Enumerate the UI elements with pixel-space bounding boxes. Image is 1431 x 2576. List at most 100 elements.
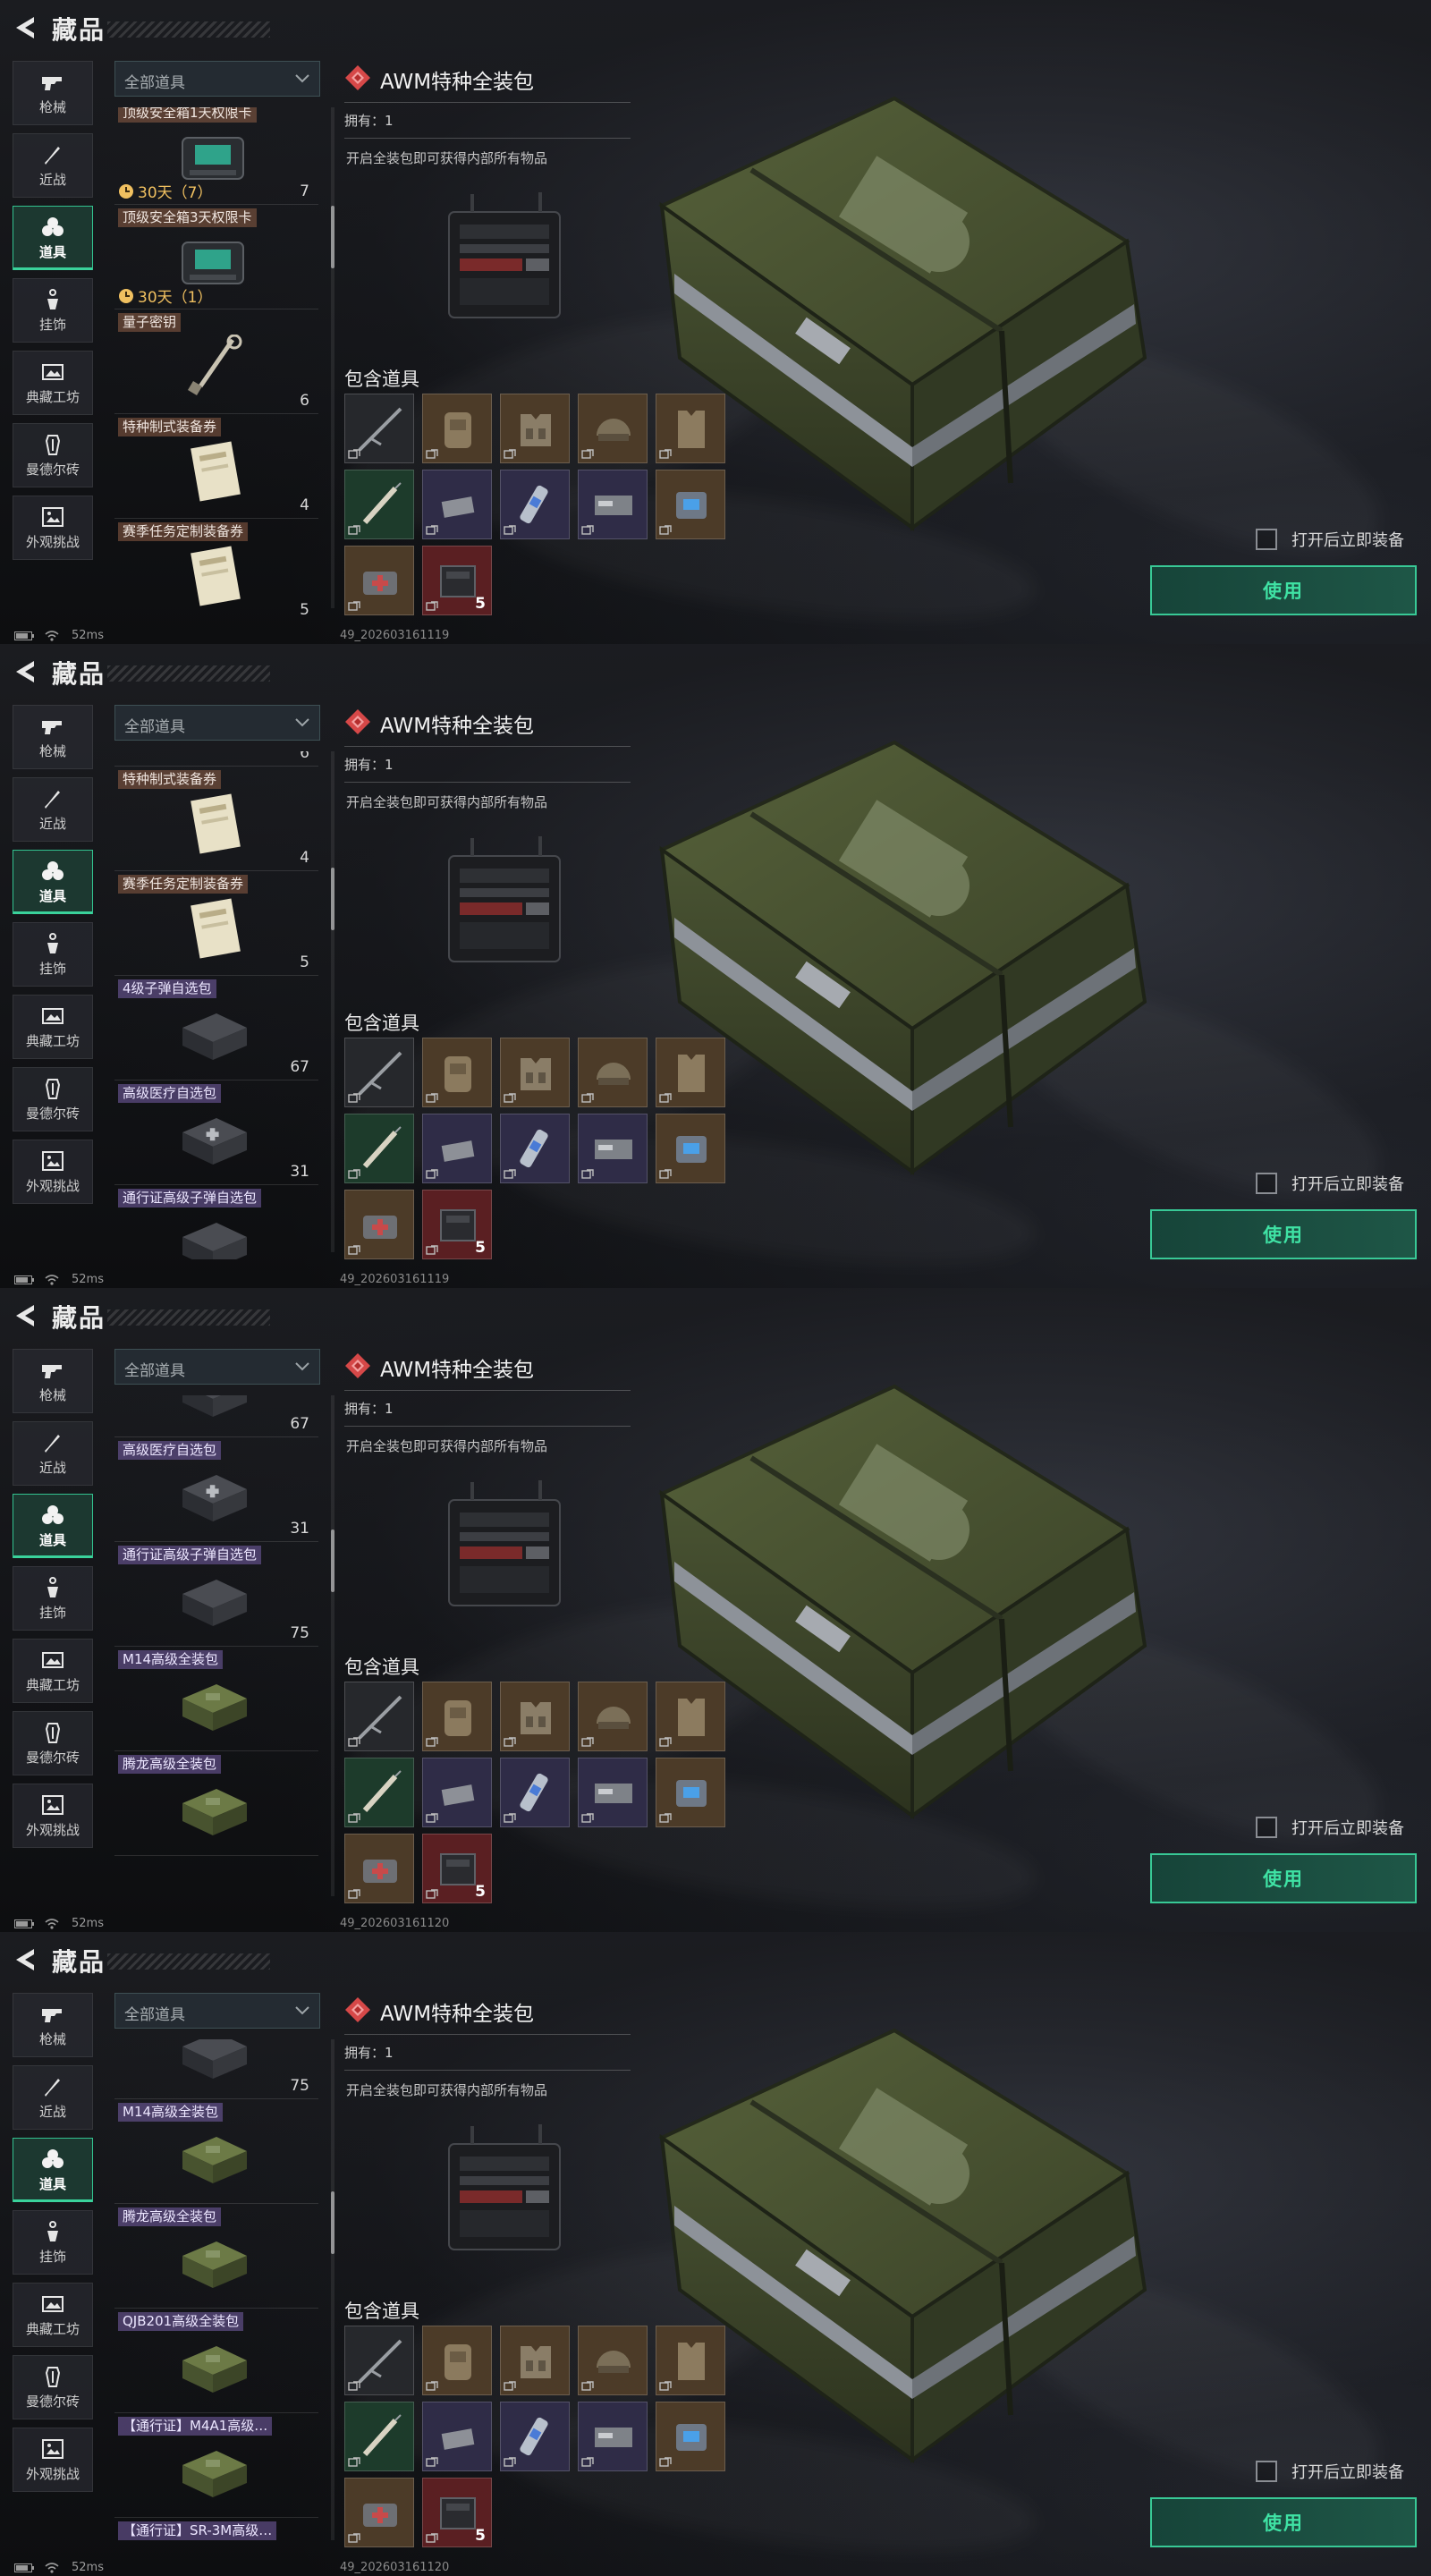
list-item[interactable]: 特种制式装备券 4 xyxy=(114,414,318,519)
contained-item-medkit[interactable] xyxy=(344,546,414,615)
list-item[interactable]: 赛季任务定制装备券 5 xyxy=(114,519,318,615)
nav-item-1[interactable]: 近战 xyxy=(13,133,93,198)
contained-item-ammo-box[interactable] xyxy=(422,1758,492,1827)
list-item[interactable]: 量子密钥6 xyxy=(114,751,318,767)
list-item[interactable]: QJB201高级全装包 xyxy=(114,2309,318,2413)
contained-item-syringe[interactable] xyxy=(344,470,414,539)
list-scrollbar[interactable] xyxy=(331,1530,334,1592)
nav-item-3[interactable]: 挂饰 xyxy=(13,278,93,343)
contained-item-ammo-crate[interactable]: 5 xyxy=(422,1834,492,1903)
contained-item-battery[interactable] xyxy=(656,2402,725,2471)
contained-item-injector[interactable] xyxy=(500,1758,570,1827)
contained-item-backpack[interactable] xyxy=(422,394,492,463)
auto-equip-checkbox[interactable] xyxy=(1256,2461,1277,2482)
nav-item-5[interactable]: 曼德尔砖 xyxy=(13,2355,93,2419)
contained-item-keycard[interactable] xyxy=(578,2402,648,2471)
nav-item-6[interactable]: 外观挑战 xyxy=(13,1140,93,1204)
nav-item-1[interactable]: 近战 xyxy=(13,1421,93,1486)
list-item[interactable]: 通行证高级子弹自选包 xyxy=(114,1185,318,1259)
auto-equip-option[interactable]: 打开后立即装备 xyxy=(1256,528,1404,551)
nav-item-3[interactable]: 挂饰 xyxy=(13,922,93,987)
contained-item-medkit[interactable] xyxy=(344,1834,414,1903)
contained-item-battery[interactable] xyxy=(656,470,725,539)
use-button[interactable]: 使用 xyxy=(1150,565,1417,615)
list-item[interactable]: 高级医疗自选包 31 xyxy=(114,1437,318,1542)
contained-item-keycard[interactable] xyxy=(578,470,648,539)
item-list[interactable]: 量子密钥6 特种制式装备券 4 赛季任务定制装备券 5 4级子弹自选包 67 高级医疗自选包 3… xyxy=(114,751,324,1259)
nav-item-4[interactable]: 典藏工坊 xyxy=(13,2283,93,2347)
list-item[interactable]: M14高级全装包 xyxy=(114,2099,318,2204)
nav-item-2[interactable]: 道具 xyxy=(13,2138,93,2202)
nav-item-5[interactable]: 曼德尔砖 xyxy=(13,423,93,487)
contained-item-chest-rig[interactable] xyxy=(500,1038,570,1107)
list-item[interactable]: 特种制式装备券 4 xyxy=(114,767,318,871)
nav-item-5[interactable]: 曼德尔砖 xyxy=(13,1711,93,1775)
nav-item-0[interactable]: 枪械 xyxy=(13,1993,93,2057)
auto-equip-checkbox[interactable] xyxy=(1256,1173,1277,1194)
nav-item-2[interactable]: 道具 xyxy=(13,1494,93,1558)
list-item[interactable]: 腾龙高级全装包 xyxy=(114,2204,318,2309)
back-arrow-icon[interactable] xyxy=(13,14,38,41)
auto-equip-option[interactable]: 打开后立即装备 xyxy=(1256,2460,1404,2483)
auto-equip-option[interactable]: 打开后立即装备 xyxy=(1256,1172,1404,1195)
use-button[interactable]: 使用 xyxy=(1150,1209,1417,1259)
contained-item-ammo-box[interactable] xyxy=(422,2402,492,2471)
contained-item-body-armor[interactable] xyxy=(656,1682,725,1751)
contained-item-ammo-crate[interactable]: 5 xyxy=(422,1190,492,1259)
contained-item-sniper-rifle[interactable] xyxy=(344,2326,414,2395)
nav-item-5[interactable]: 曼德尔砖 xyxy=(13,1067,93,1131)
list-item[interactable]: 4级子弹自选包67 xyxy=(114,976,318,1080)
contained-item-body-armor[interactable] xyxy=(656,1038,725,1107)
list-item[interactable]: M14高级全装包 xyxy=(114,1647,318,1751)
item-list[interactable]: 4级子弹自选包67 高级医疗自选包 31 通行证高级子弹自选包 75 M14高级全装包腾龙… xyxy=(114,1395,324,1903)
nav-item-2[interactable]: 道具 xyxy=(13,206,93,270)
list-item[interactable]: 4级子弹自选包67 xyxy=(114,1395,318,1437)
contained-item-medkit[interactable] xyxy=(344,2478,414,2547)
nav-item-6[interactable]: 外观挑战 xyxy=(13,496,93,560)
list-item[interactable]: 【通行证】SR-3M高级… xyxy=(114,2518,318,2547)
contained-item-battery[interactable] xyxy=(656,1758,725,1827)
contained-item-injector[interactable] xyxy=(500,1114,570,1183)
nav-item-2[interactable]: 道具 xyxy=(13,850,93,914)
list-scrollbar[interactable] xyxy=(331,206,334,268)
nav-item-0[interactable]: 枪械 xyxy=(13,1349,93,1413)
contained-item-sniper-rifle[interactable] xyxy=(344,1682,414,1751)
nav-item-1[interactable]: 近战 xyxy=(13,777,93,842)
nav-item-3[interactable]: 挂饰 xyxy=(13,1566,93,1631)
item-list[interactable]: 顶级安全箱1天权限卡 30天（7） 7 顶级安全箱3天权限卡 30天（1） 量子密钥 6 特种… xyxy=(114,107,324,615)
item-list[interactable]: 通行证高级子弹自选包75 M14高级全装包腾龙高级全装包 QJB201高级全装包【通… xyxy=(114,2039,324,2547)
nav-item-4[interactable]: 典藏工坊 xyxy=(13,1639,93,1703)
contained-item-injector[interactable] xyxy=(500,2402,570,2471)
list-item[interactable]: 赛季任务定制装备券 5 xyxy=(114,871,318,976)
list-item[interactable]: 顶级安全箱1天权限卡 30天（7） 7 xyxy=(114,107,318,205)
filter-dropdown[interactable]: 全部道具 xyxy=(114,1349,320,1385)
use-button[interactable]: 使用 xyxy=(1150,1853,1417,1903)
contained-item-keycard[interactable] xyxy=(578,1114,648,1183)
nav-item-3[interactable]: 挂饰 xyxy=(13,2210,93,2275)
contained-item-keycard[interactable] xyxy=(578,1758,648,1827)
contained-item-backpack[interactable] xyxy=(422,1682,492,1751)
contained-item-chest-rig[interactable] xyxy=(500,1682,570,1751)
list-scrollbar[interactable] xyxy=(331,868,334,930)
contained-item-chest-rig[interactable] xyxy=(500,2326,570,2395)
filter-dropdown[interactable]: 全部道具 xyxy=(114,61,320,97)
contained-item-sniper-rifle[interactable] xyxy=(344,394,414,463)
nav-item-6[interactable]: 外观挑战 xyxy=(13,1784,93,1848)
list-item[interactable]: 通行证高级子弹自选包75 xyxy=(114,1542,318,1647)
contained-item-body-armor[interactable] xyxy=(656,394,725,463)
nav-item-6[interactable]: 外观挑战 xyxy=(13,2428,93,2492)
contained-item-helmet[interactable] xyxy=(578,2326,648,2395)
auto-equip-option[interactable]: 打开后立即装备 xyxy=(1256,1816,1404,1839)
filter-dropdown[interactable]: 全部道具 xyxy=(114,705,320,741)
list-item[interactable]: 通行证高级子弹自选包75 xyxy=(114,2039,318,2099)
contained-item-body-armor[interactable] xyxy=(656,2326,725,2395)
auto-equip-checkbox[interactable] xyxy=(1256,1817,1277,1838)
contained-item-backpack[interactable] xyxy=(422,2326,492,2395)
back-arrow-icon[interactable] xyxy=(13,1946,38,1973)
contained-item-ammo-crate[interactable]: 5 xyxy=(422,546,492,615)
back-arrow-icon[interactable] xyxy=(13,658,38,685)
use-button[interactable]: 使用 xyxy=(1150,2497,1417,2547)
contained-item-syringe[interactable] xyxy=(344,1758,414,1827)
list-item[interactable]: 【通行证】M4A1高级… xyxy=(114,2413,318,2518)
contained-item-medkit[interactable] xyxy=(344,1190,414,1259)
